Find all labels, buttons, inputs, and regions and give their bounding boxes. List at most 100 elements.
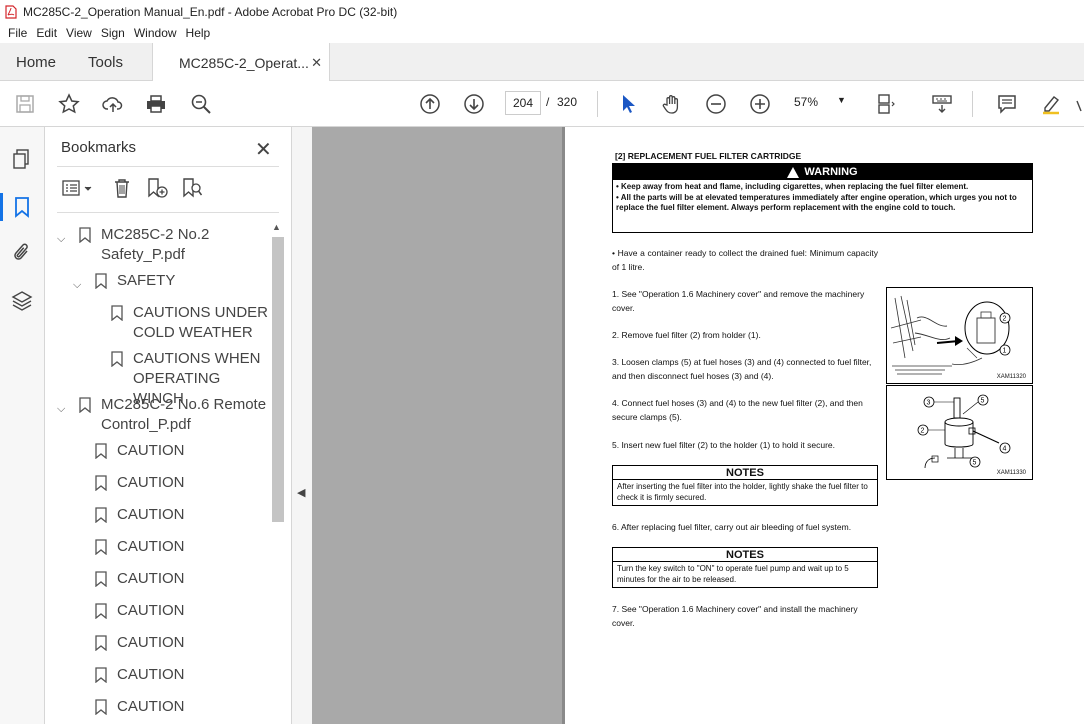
figure-label: 2 bbox=[1003, 316, 1007, 323]
chevron-down-icon[interactable]: ⌵ bbox=[57, 399, 65, 419]
menu-sign[interactable]: Sign bbox=[97, 26, 129, 40]
menu-edit[interactable]: Edit bbox=[32, 26, 61, 40]
step-3: 3. Loosen clamps (5) at fuel hoses (3) a… bbox=[612, 357, 872, 381]
figure-label: 5 bbox=[973, 460, 977, 467]
bookmark-item[interactable]: CAUTION bbox=[55, 473, 270, 493]
menu-view[interactable]: View bbox=[62, 26, 96, 40]
tab-document[interactable]: MC285C-2_Operat... ✕ bbox=[152, 43, 330, 82]
layers-icon[interactable] bbox=[10, 289, 34, 313]
figure-caption: XAM11320 bbox=[996, 374, 1026, 380]
bookmark-item[interactable]: ⌵ SAFETY bbox=[55, 271, 270, 291]
hand-tool-icon[interactable] bbox=[659, 91, 685, 117]
step-2: 2. Remove fuel filter (2) from holder (1… bbox=[612, 330, 761, 340]
warning-title: WARNING bbox=[804, 166, 858, 178]
comment-icon[interactable] bbox=[994, 91, 1020, 117]
chevron-down-icon[interactable]: ⌵ bbox=[73, 275, 81, 295]
step-1: 1. See "Operation 1.6 Machinery cover" a… bbox=[612, 289, 865, 313]
highlight-pen-icon[interactable] bbox=[1038, 91, 1064, 117]
toolbar: 204 / 320 57% ▼ bbox=[0, 81, 1084, 127]
zoom-in-icon[interactable] bbox=[747, 91, 773, 117]
bookmark-icon bbox=[111, 351, 123, 367]
bookmark-item[interactable]: ⌵ MC285C-2 No.6 Remote Control_P.pdf bbox=[55, 395, 270, 435]
bookmark-item[interactable]: CAUTION bbox=[55, 697, 270, 717]
print-icon[interactable] bbox=[143, 91, 169, 117]
bookmark-item[interactable]: ⌵ MC285C-2 No.2 Safety_P.pdf bbox=[55, 225, 270, 265]
notes-box: NOTES After inserting the fuel filter in… bbox=[612, 465, 878, 506]
page-number-input[interactable]: 204 bbox=[505, 91, 541, 115]
bookmarks-scrollbar[interactable] bbox=[272, 237, 284, 522]
collapse-panel-icon[interactable]: ◀ bbox=[297, 486, 305, 499]
figure-label: 1 bbox=[1003, 348, 1007, 355]
bookmark-label: CAUTION bbox=[117, 634, 185, 651]
delete-bookmark-icon[interactable] bbox=[111, 177, 135, 201]
bookmark-label: CAUTION bbox=[117, 442, 185, 459]
tab-tools[interactable]: Tools bbox=[88, 43, 123, 81]
page-separator: / bbox=[546, 95, 550, 109]
figure-caption: XAM11330 bbox=[996, 470, 1026, 476]
bookmark-item[interactable]: CAUTION bbox=[55, 633, 270, 653]
bookmark-item[interactable]: CAUTION bbox=[55, 441, 270, 461]
zoom-out-icon[interactable] bbox=[703, 91, 729, 117]
bookmark-icon bbox=[95, 273, 107, 289]
bookmark-item[interactable]: CAUTIONS UNDER COLD WEATHER bbox=[55, 303, 270, 343]
save-icon[interactable] bbox=[12, 91, 38, 117]
bookmark-icon bbox=[111, 305, 123, 321]
bookmark-label: MC285C-2 No.6 Remote Control_P.pdf bbox=[101, 396, 267, 433]
bookmark-options-icon[interactable] bbox=[61, 177, 95, 201]
fuel-filter-figure: 3 5 4 2 5 XAM11330 bbox=[886, 385, 1033, 480]
close-tab-icon[interactable]: ✕ bbox=[311, 55, 322, 71]
toolbar-divider bbox=[597, 91, 598, 117]
bookmark-item[interactable]: CAUTION bbox=[55, 537, 270, 557]
more-tools-icon[interactable] bbox=[1074, 91, 1084, 117]
page-fit-icon[interactable] bbox=[873, 91, 899, 117]
new-bookmark-icon[interactable] bbox=[146, 177, 170, 201]
bookmark-item[interactable]: CAUTION bbox=[55, 601, 270, 621]
menu-window[interactable]: Window bbox=[130, 26, 181, 40]
bookmark-item[interactable]: CAUTIONS WHEN OPERATING WINCH bbox=[55, 349, 270, 407]
bookmark-label: CAUTION bbox=[117, 570, 185, 587]
bookmarks-icon[interactable] bbox=[10, 195, 34, 219]
zoom-search-icon[interactable] bbox=[188, 91, 214, 117]
fuel-filter-illustration: 3 5 4 2 5 bbox=[917, 394, 1011, 469]
warning-line: • Keep away from heat and flame, includi… bbox=[616, 182, 969, 191]
bookmark-icon bbox=[95, 603, 107, 619]
toolbar-divider bbox=[972, 91, 973, 117]
find-bookmark-icon[interactable] bbox=[181, 177, 205, 201]
menu-file[interactable]: File bbox=[4, 26, 31, 40]
scroll-up-arrow-icon[interactable]: ▲ bbox=[272, 222, 281, 232]
bookmark-item[interactable]: CAUTION bbox=[55, 665, 270, 685]
pdf-page: [2] REPLACEMENT FUEL FILTER CARTRIDGE WA… bbox=[565, 127, 1084, 724]
zoom-dropdown-icon[interactable]: ▼ bbox=[837, 95, 846, 105]
attachments-icon[interactable] bbox=[10, 241, 34, 265]
keyboard-scroll-icon[interactable] bbox=[929, 91, 955, 117]
bookmark-label: CAUTION bbox=[117, 506, 185, 523]
menu-help[interactable]: Help bbox=[182, 26, 215, 40]
title-bar: MC285C-2_Operation Manual_En.pdf - Adobe… bbox=[0, 0, 1084, 23]
notes-title: NOTES bbox=[613, 548, 877, 562]
previous-page-icon[interactable] bbox=[417, 91, 443, 117]
figure-label: 5 bbox=[981, 398, 985, 405]
next-page-icon[interactable] bbox=[461, 91, 487, 117]
star-icon[interactable] bbox=[56, 91, 82, 117]
engine-bay-illustration: 2 1 bbox=[890, 295, 1011, 375]
acrobat-icon bbox=[5, 4, 17, 19]
tab-home[interactable]: Home bbox=[16, 43, 56, 81]
warning-header: WARNING bbox=[613, 164, 1032, 180]
page-total: 320 bbox=[557, 95, 578, 109]
chevron-down-icon[interactable]: ⌵ bbox=[57, 229, 65, 249]
bookmark-icon bbox=[95, 443, 107, 459]
select-cursor-icon[interactable] bbox=[615, 91, 641, 117]
bookmark-icon bbox=[95, 475, 107, 491]
bookmark-icon bbox=[95, 507, 107, 523]
warning-box: WARNING • Keep away from heat and flame,… bbox=[612, 163, 1033, 233]
page-thumbnails-icon[interactable] bbox=[10, 147, 34, 171]
bookmark-item[interactable]: CAUTION bbox=[55, 505, 270, 525]
bookmark-item[interactable]: CAUTION bbox=[55, 569, 270, 589]
bookmark-label: MC285C-2 No.2 Safety_P.pdf bbox=[101, 226, 210, 263]
close-panel-icon[interactable]: ✕ bbox=[255, 137, 272, 162]
notes-text: After inserting the fuel filter into the… bbox=[617, 482, 868, 502]
panel-divider bbox=[57, 212, 279, 213]
upload-cloud-icon[interactable] bbox=[100, 91, 126, 117]
tab-bar: Home Tools MC285C-2_Operat... ✕ bbox=[0, 43, 1084, 82]
zoom-level[interactable]: 57% bbox=[794, 95, 818, 109]
